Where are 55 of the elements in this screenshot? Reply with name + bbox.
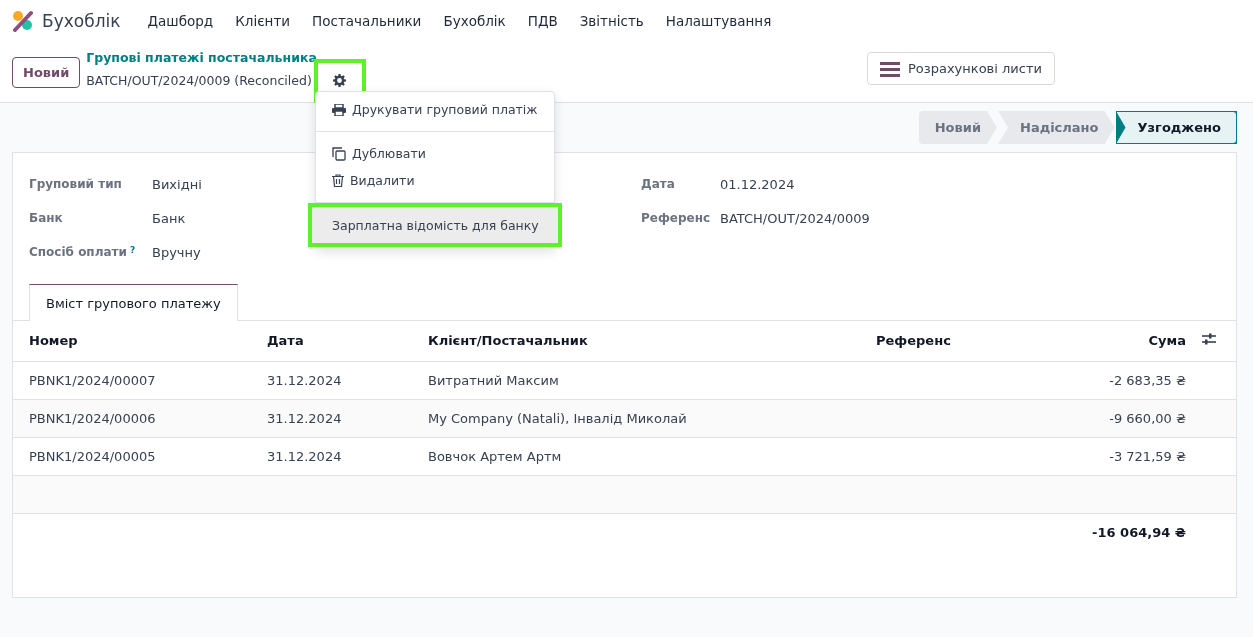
new-button[interactable]: Новий bbox=[12, 56, 81, 88]
menu-item[interactable]: Клієнти bbox=[224, 13, 302, 29]
field-label: Спосіб оплати $^{?}$ bbox=[29, 245, 137, 259]
menu-option[interactable]: Друкувати груповий платіж bbox=[316, 96, 554, 123]
menu-option[interactable]: Видалити bbox=[316, 167, 554, 194]
app-name[interactable]: Бухоблік bbox=[42, 11, 121, 31]
breadcrumb-link[interactable]: Групові платежі постачальника bbox=[86, 49, 358, 65]
table-cell: 31.12.2024 bbox=[251, 399, 412, 437]
column-header[interactable]: Клієнт/Постачальник bbox=[412, 321, 860, 361]
record-title: BATCH/OUT/2024/0009 (Reconciled) bbox=[86, 73, 312, 88]
menu-item[interactable]: Дашборд bbox=[136, 13, 225, 29]
table-cell: PBNK1/2024/00006 bbox=[13, 399, 251, 437]
field-label: Груповий тип bbox=[29, 177, 123, 191]
list-icon bbox=[880, 60, 900, 77]
gear-icon bbox=[333, 74, 347, 87]
column-settings-icon bbox=[1202, 332, 1216, 347]
field-value: 01.12.2024 bbox=[720, 176, 795, 192]
field-label: Референс bbox=[641, 211, 712, 225]
menu-option[interactable]: Дублювати bbox=[316, 140, 554, 167]
table-cell: -3 721,59 ₴ bbox=[1017, 437, 1202, 475]
column-header[interactable]: Референс bbox=[860, 321, 1017, 361]
table-cell: -9 660,00 ₴ bbox=[1017, 399, 1202, 437]
field-value: Вручну bbox=[152, 244, 201, 260]
table-cell: My Company (Natali), Інвалід Миколай bbox=[412, 399, 860, 437]
field-label: Дата bbox=[641, 177, 676, 191]
menu-item[interactable]: Налаштування bbox=[654, 13, 783, 29]
field-label: Банк bbox=[29, 211, 64, 225]
total-amount: -16 064,94 ₴ bbox=[1017, 513, 1202, 551]
table-cell: PBNK1/2024/00005 bbox=[13, 437, 251, 475]
help-tooltip-mark[interactable]: ? bbox=[129, 245, 136, 255]
field-value: BATCH/OUT/2024/0009 bbox=[720, 210, 870, 226]
table-cell: Витратний Максим bbox=[412, 361, 860, 399]
payslips-button[interactable]: Розрахункові листи bbox=[867, 52, 1055, 85]
field-value: Банк bbox=[152, 210, 186, 226]
menu-item[interactable]: Постачальники bbox=[301, 13, 433, 29]
copy-icon bbox=[332, 146, 346, 161]
status-stage[interactable]: Надіслано bbox=[998, 111, 1115, 144]
table-cell: Вовчок Артем Артм bbox=[412, 437, 860, 475]
field-value: Вихідні bbox=[152, 176, 202, 192]
menu-item[interactable]: ПДВ bbox=[516, 13, 569, 29]
column-header[interactable]: Дата bbox=[251, 321, 412, 361]
table-cell: 31.12.2024 bbox=[251, 437, 412, 475]
status-stage[interactable]: Новий bbox=[918, 111, 997, 144]
printer-icon bbox=[332, 103, 346, 116]
table-cell: PBNK1/2024/00007 bbox=[13, 361, 251, 399]
app-logo-icon bbox=[12, 10, 34, 32]
trash-icon bbox=[332, 174, 344, 187]
column-header[interactable]: Номер bbox=[13, 321, 251, 361]
column-header[interactable]: Сума bbox=[1017, 321, 1202, 361]
status-stage[interactable]: Узгоджено bbox=[1115, 111, 1237, 144]
table-cell: -2 683,35 ₴ bbox=[1017, 361, 1202, 399]
menu-item[interactable]: Бухоблік bbox=[432, 13, 517, 29]
menu-item[interactable]: Звітність bbox=[568, 13, 655, 29]
notebook-tab[interactable]: Вміст групового платежу bbox=[29, 284, 238, 321]
table-cell: 31.12.2024 bbox=[251, 361, 412, 399]
